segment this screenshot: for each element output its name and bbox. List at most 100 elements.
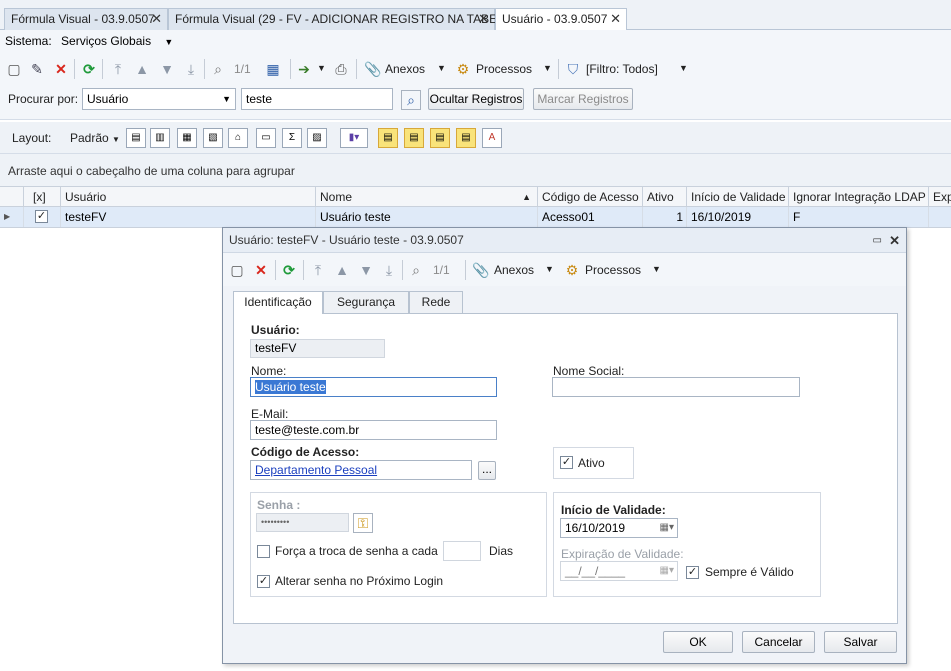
codigo-input[interactable]: Departamento Pessoal [250,460,472,480]
expiracao-date-input[interactable]: __/__/____ ▦▾ [560,561,678,581]
chevron-down-icon[interactable]: ▼ [679,63,688,73]
dialog-titlebar[interactable]: Usuário: testeFV - Usuário teste - 03.9.… [223,228,906,253]
inicio-date-input[interactable]: 16/10/2019 ▦▾ [560,518,678,538]
first-record-icon[interactable]: ⤒ [310,262,326,278]
last-record-icon[interactable]: ⤓ [183,61,199,77]
close-icon[interactable]: ✕ [151,9,162,29]
tab-formula-visual[interactable]: Fórmula Visual - 03.9.0507 ✕ [4,8,168,30]
key-icon[interactable]: ⚿ [353,513,373,533]
chevron-down-icon[interactable]: ▼ [317,63,326,73]
codigo-link[interactable]: Departamento Pessoal [255,463,377,477]
calendar-icon[interactable]: ▦▾ [660,562,674,580]
delete-icon[interactable]: ✕ [253,262,269,278]
column-header-nome[interactable]: Nome ▲ [316,187,538,207]
tab-rede[interactable]: Rede [409,291,463,313]
save-button[interactable]: Salvar [824,631,897,653]
alterar-checkbox[interactable]: ✓ [257,575,270,588]
email-input[interactable]: teste@teste.com.br [250,420,497,440]
column-header-codigo[interactable]: Código de Acesso [538,187,643,207]
first-record-icon[interactable]: ⤒ [110,61,126,77]
tab-seguranca[interactable]: Segurança [323,291,409,313]
maximize-icon[interactable]: ▭ [873,228,882,253]
nome-input-selection: Usuário teste [255,380,326,394]
row-checkbox[interactable]: ✓ [35,210,48,223]
layout-load-icon[interactable]: ▥ [150,128,170,148]
next-record-icon[interactable]: ▼ [159,61,175,77]
layout-folder-icon[interactable]: ▨ [307,128,327,148]
binoculars-icon[interactable]: ⌕ [408,262,424,278]
browse-button[interactable]: ... [478,461,496,480]
sempre-checkbox[interactable]: ✓ [686,566,699,579]
column-header-ldap[interactable]: Ignorar Integração LDAP [789,187,929,207]
chart-icon[interactable]: ▮▾ [340,128,368,148]
new-document-icon[interactable]: ▢ [6,61,22,77]
expiracao-date-value: __/__/____ [565,564,626,578]
close-icon[interactable]: ✕ [610,9,621,29]
chevron-down-icon[interactable]: ▼ [437,63,446,73]
edit-icon[interactable]: ✎ [29,61,45,77]
layout-toolbar: Layout: Padrão ▼ ▤ ▥ ▦ ▧ ⌂ ▭ Σ ▨ ▮▾ ▤ ▤ … [0,122,951,154]
layout-highlight-4-icon[interactable]: ▤ [456,128,476,148]
column-header-select[interactable]: [x] [24,187,61,207]
processes-button[interactable]: Processos [585,263,641,277]
new-document-icon[interactable]: ▢ [229,262,245,278]
chevron-down-icon[interactable]: ▼ [543,63,552,73]
ok-button[interactable]: OK [663,631,733,653]
calendar-icon[interactable]: ▦▾ [660,519,674,537]
row-select-cell[interactable]: ✓ [24,207,61,227]
refresh-icon[interactable]: ⟳ [81,61,97,77]
paperclip-icon: 📎 [472,262,490,278]
column-header-inicio[interactable]: Início de Validade [687,187,789,207]
nome-input[interactable]: Usuário teste [250,377,497,397]
export-icon[interactable]: ➔ [296,61,312,77]
ativo-checkbox[interactable]: ✓ [560,456,573,469]
last-record-icon[interactable]: ⤓ [381,262,397,278]
cell-inicio: 16/10/2019 [687,207,789,227]
font-icon[interactable]: A [482,128,502,148]
layout-export-icon[interactable]: ▧ [203,128,223,148]
layout-highlight-2-icon[interactable]: ▤ [404,128,424,148]
processes-button[interactable]: Processos [476,62,532,76]
column-header-ativo[interactable]: Ativo [643,187,687,207]
layout-save-icon[interactable]: ▤ [126,128,146,148]
system-selector[interactable]: Serviços Globais ▼ [61,34,173,48]
tab-identificacao[interactable]: Identificação [233,291,323,314]
print-icon[interactable]: ⎙ [333,61,349,77]
mark-records-button[interactable]: Marcar Registros [533,88,633,110]
nome-social-input[interactable] [552,377,800,397]
previous-record-icon[interactable]: ▲ [134,61,150,77]
grid-view-icon[interactable]: ▦ [265,61,281,77]
tab-formula-visual-adicionar[interactable]: Fórmula Visual (29 - FV - ADICIONAR REGI… [168,8,516,30]
binoculars-icon[interactable]: ⌕ [401,90,421,110]
cancel-button[interactable]: Cancelar [742,631,815,653]
chevron-down-icon[interactable]: ▼ [652,264,661,274]
layout-home-icon[interactable]: ⌂ [228,128,248,148]
layout-calc-icon[interactable]: ▭ [256,128,276,148]
binoculars-icon[interactable]: ⌕ [210,61,226,77]
layout-highlight-1-icon[interactable]: ▤ [378,128,398,148]
dias-input[interactable] [443,541,481,561]
attachments-button[interactable]: Anexos [494,263,534,277]
close-icon[interactable]: ✕ [478,9,489,29]
hide-records-button[interactable]: Ocultar Registros [428,88,524,110]
group-by-area[interactable]: Arraste aqui o cabeçalho de uma coluna p… [0,154,951,186]
chevron-down-icon[interactable]: ▼ [545,264,554,274]
tab-usuario[interactable]: Usuário - 03.9.0507 ✕ [495,8,627,31]
layout-sum-icon[interactable]: Σ [282,128,302,148]
column-header-exp[interactable]: Exp [929,187,951,207]
layout-default-select[interactable]: Padrão ▼ [70,131,120,145]
column-header-usuario[interactable]: Usuário [61,187,316,207]
table-row[interactable]: ▶ ✓ testeFV Usuário teste Acesso01 1 16/… [0,207,951,228]
layout-highlight-3-icon[interactable]: ▤ [430,128,450,148]
attachments-button[interactable]: Anexos [385,62,425,76]
next-record-icon[interactable]: ▼ [358,262,374,278]
layout-table-icon[interactable]: ▦ [177,128,197,148]
delete-icon[interactable]: ✕ [53,61,69,77]
filter-button[interactable]: [Filtro: Todos] [586,62,658,76]
refresh-icon[interactable]: ⟳ [281,262,297,278]
close-icon[interactable]: ✕ [889,228,900,253]
forca-checkbox[interactable] [257,545,270,558]
previous-record-icon[interactable]: ▲ [334,262,350,278]
search-field-select[interactable]: Usuário ▼ [82,88,236,110]
search-input[interactable]: teste [241,88,393,110]
